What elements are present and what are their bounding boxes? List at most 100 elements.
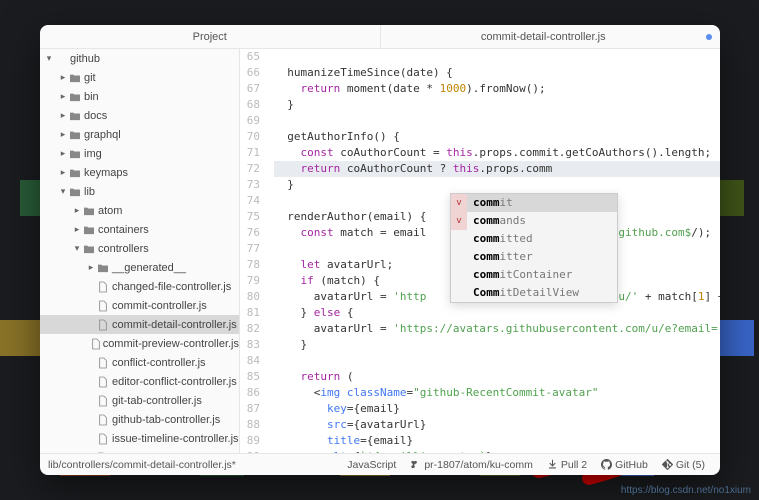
disclosure-chevron[interactable]: ▸ [58, 91, 68, 102]
line-number: 81 [240, 305, 260, 321]
line-number: 87 [240, 401, 260, 417]
disclosure-chevron[interactable]: ▾ [72, 243, 82, 254]
code-line[interactable]: alt={`${email}'s avatar`} [274, 449, 720, 453]
file-icon [96, 357, 110, 369]
tree-label: github-tab-controller.js [112, 414, 220, 426]
tree-label: keymaps [84, 167, 128, 179]
autocomplete-item[interactable]: vcommitter [451, 248, 617, 266]
code-line[interactable] [274, 49, 720, 65]
code-line[interactable]: return coAuthorCount ? this.props.comm [274, 161, 720, 177]
code-editor[interactable]: 6566676869707172737475767778798081828384… [240, 49, 720, 453]
folder-icon [68, 149, 82, 159]
autocomplete-item[interactable]: vcommit [451, 194, 617, 212]
tree-item-conflict-controller-js[interactable]: conflict-controller.js [40, 353, 239, 372]
autocomplete-label: CommitDetailView [473, 285, 579, 301]
line-number: 68 [240, 97, 260, 113]
status-pull[interactable]: Pull 2 [547, 459, 587, 471]
tree-label: issueish-detail-controller.js [110, 452, 239, 454]
tree-item-issue-timeline-controller-js[interactable]: issue-timeline-controller.js [40, 429, 239, 448]
code-line[interactable]: const coAuthorCount = this.props.commit.… [274, 145, 720, 161]
tree-label: issue-timeline-controller.js [112, 433, 239, 445]
status-language[interactable]: JavaScript [347, 459, 396, 471]
code-line[interactable]: return ( [274, 369, 720, 385]
code-line[interactable]: humanizeTimeSince(date) { [274, 65, 720, 81]
code-line[interactable]: avatarUrl = 'https://avatars.githubuserc… [274, 321, 720, 337]
tree-item-github[interactable]: ▾github [40, 49, 239, 68]
line-number: 88 [240, 417, 260, 433]
autocomplete-item[interactable]: v commands [451, 212, 617, 230]
disclosure-chevron[interactable]: ▸ [58, 148, 68, 159]
tree-item-lib[interactable]: ▾lib [40, 182, 239, 201]
code-line[interactable]: } [274, 97, 720, 113]
tree-item-issueish-detail-controller-js[interactable]: issueish-detail-controller.js [40, 448, 239, 453]
tree-item-atom[interactable]: ▸atom [40, 201, 239, 220]
tree-item-img[interactable]: ▸ img [40, 144, 239, 163]
tree-item-commit-controller-js[interactable]: commit-controller.js [40, 296, 239, 315]
tree-item-keymaps[interactable]: ▸ keymaps [40, 163, 239, 182]
project-tree[interactable]: ▾github▸git▸bin▸docs▸graphql▸img▸keymaps… [40, 49, 240, 453]
folder-icon [68, 73, 82, 83]
status-git[interactable]: Git (5) [662, 459, 705, 471]
status-branch[interactable]: pr-1807/atom/ku-comm [410, 459, 533, 471]
tree-item-graphql[interactable]: ▸graphql [40, 125, 239, 144]
code-line[interactable]: } [274, 177, 720, 193]
line-number: 66 [240, 65, 260, 81]
tree-label: docs [84, 110, 107, 122]
disclosure-chevron[interactable]: ▸ [72, 205, 82, 216]
tree-item-commit-detail-controller-js[interactable]: commit-detail-controller.js [40, 315, 239, 334]
code-line[interactable] [274, 353, 720, 369]
code-line[interactable]: <img className="github-RecentCommit-avat… [274, 385, 720, 401]
disclosure-chevron[interactable]: ▸ [86, 262, 96, 273]
disclosure-chevron[interactable]: ▸ [58, 110, 68, 121]
code-line[interactable]: key={email} [274, 401, 720, 417]
autocomplete-type-badge: v [451, 230, 467, 248]
code-line[interactable]: } [274, 337, 720, 353]
file-icon [96, 433, 110, 445]
editor-window: Project commit-detail-controller.js ▾git… [40, 25, 720, 475]
autocomplete-item[interactable]: vcommitted [451, 230, 617, 248]
line-number: 70 [240, 129, 260, 145]
tree-item-git-tab-controller-js[interactable]: git-tab-controller.js [40, 391, 239, 410]
code-line[interactable]: return moment(date * 1000).fromNow(); [274, 81, 720, 97]
folder-icon [68, 111, 82, 121]
disclosure-chevron[interactable]: ▸ [58, 129, 68, 140]
autocomplete-label: committer [473, 249, 533, 265]
tree-item-github-tab-controller-js[interactable]: github-tab-controller.js [40, 410, 239, 429]
autocomplete-popup[interactable]: vcommitvcommandsvcommittedvcommittervcom… [450, 193, 618, 303]
status-github[interactable]: GitHub [601, 459, 648, 471]
tree-item-bin[interactable]: ▸bin [40, 87, 239, 106]
code-line[interactable]: getAuthorInfo() { [274, 129, 720, 145]
disclosure-chevron[interactable]: ▸ [58, 72, 68, 83]
tree-item-changed-file-controller-js[interactable]: changed-file-controller.js [40, 277, 239, 296]
disclosure-chevron[interactable]: ▸ [72, 224, 82, 235]
autocomplete-item[interactable]: vcommitContainer [451, 266, 617, 284]
code-line[interactable] [274, 113, 720, 129]
line-number: 86 [240, 385, 260, 401]
folder-icon [96, 263, 110, 273]
disclosure-chevron[interactable]: ▾ [58, 186, 68, 197]
code-line[interactable]: src={avatarUrl} [274, 417, 720, 433]
line-number: 85 [240, 369, 260, 385]
tree-item-commit-preview-controller-js[interactable]: commit-preview-controller.js [40, 334, 239, 353]
tree-item-controllers[interactable]: ▾controllers [40, 239, 239, 258]
autocomplete-label: commands [473, 213, 526, 229]
disclosure-chevron[interactable]: ▸ [58, 167, 68, 178]
tree-label: img [84, 148, 102, 160]
autocomplete-type-badge: v [451, 212, 467, 230]
line-number: 67 [240, 81, 260, 97]
status-file-path[interactable]: lib/controllers/commit-detail-controller… [48, 459, 340, 471]
autocomplete-item[interactable]: vCommitDetailView [451, 284, 617, 302]
code-line[interactable]: } else { [274, 305, 720, 321]
tree-item-docs[interactable]: ▸ docs [40, 106, 239, 125]
tree-item-git[interactable]: ▸git [40, 68, 239, 87]
line-number: 71 [240, 145, 260, 161]
editor-tab-title[interactable]: commit-detail-controller.js [381, 25, 721, 48]
code-line[interactable]: title={email} [274, 433, 720, 449]
disclosure-chevron[interactable]: ▾ [44, 53, 54, 64]
line-number: 90 [240, 449, 260, 453]
tree-item-editor-conflict-controller-js[interactable]: editor-conflict-controller.js [40, 372, 239, 391]
tree-label: commit-detail-controller.js [112, 319, 237, 331]
folder-icon [68, 187, 82, 197]
tree-item-containers[interactable]: ▸containers [40, 220, 239, 239]
tree-item--generated-[interactable]: ▸__generated__ [40, 258, 239, 277]
